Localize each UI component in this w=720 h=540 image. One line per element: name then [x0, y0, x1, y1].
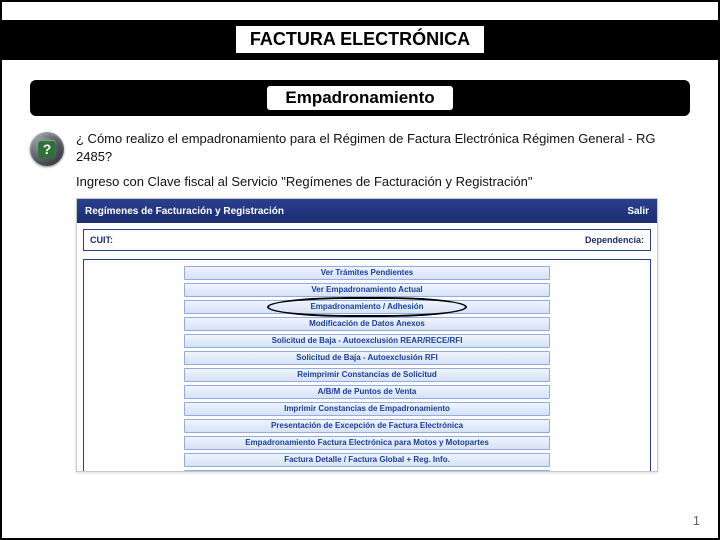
cuit-label: CUIT:: [90, 235, 113, 245]
question-mark-icon: ?: [38, 140, 56, 158]
app-screenshot: Regímenes de Facturación y Registración …: [76, 198, 658, 472]
info-bar: CUIT: Dependencia:: [83, 229, 651, 251]
menu-button[interactable]: Solicitud de Baja - Autoexclusión RFI: [184, 351, 550, 365]
exit-link[interactable]: Salir: [627, 206, 649, 217]
menu-button[interactable]: Factura Detalle / Factura Global + Reg. …: [184, 453, 550, 467]
question-text: ¿ Cómo realizo el empadronamiento para e…: [76, 130, 690, 165]
menu-button[interactable]: Imprimir Constancias de Empadronamiento: [184, 402, 550, 416]
menu-button[interactable]: Presentación de Excepción de Factura Ele…: [184, 419, 550, 433]
title-bar: FACTURA ELECTRÓNICA: [2, 20, 718, 60]
slide: FACTURA ELECTRÓNICA Empadronamiento ? ¿ …: [0, 0, 720, 540]
answer-text: Ingreso con Clave fiscal al Servicio "Re…: [76, 174, 690, 189]
menu-button[interactable]: Ver Empadronamiento Actual: [184, 283, 550, 297]
question-icon: ?: [30, 132, 64, 166]
menu-button[interactable]: Empadronamiento Factura Electrónica para…: [184, 436, 550, 450]
subtitle-bar: Empadronamiento: [30, 80, 690, 116]
menu-button[interactable]: Modificación de Datos Anexos: [184, 317, 550, 331]
slide-title: FACTURA ELECTRÓNICA: [236, 26, 484, 55]
slide-subtitle: Empadronamiento: [267, 86, 452, 110]
menu-button[interactable]: Empadronamiento / Adhesión: [184, 300, 550, 314]
app-header: Regímenes de Facturación y Registración …: [77, 199, 657, 223]
dependencia-label: Dependencia:: [585, 235, 644, 245]
menu-button[interactable]: Reimprimir Constancias de Solicitud: [184, 368, 550, 382]
button-panel: Ver Trámites Pendientes Ver Empadronamien…: [83, 259, 651, 472]
page-number: 1: [693, 513, 700, 528]
app-title: Regímenes de Facturación y Registración: [85, 206, 284, 217]
menu-button[interactable]: Ver Trámites Pendientes: [184, 266, 550, 280]
question-row: ? ¿ Cómo realizo el empadronamiento para…: [30, 130, 690, 166]
menu-button[interactable]: Solicitud de Baja - Autoexclusión REAR/R…: [184, 334, 550, 348]
menu-button[interactable]: Empadronamiento Solicitud de CAEA: [184, 470, 550, 472]
menu-button[interactable]: A/B/M de Puntos de Venta: [184, 385, 550, 399]
